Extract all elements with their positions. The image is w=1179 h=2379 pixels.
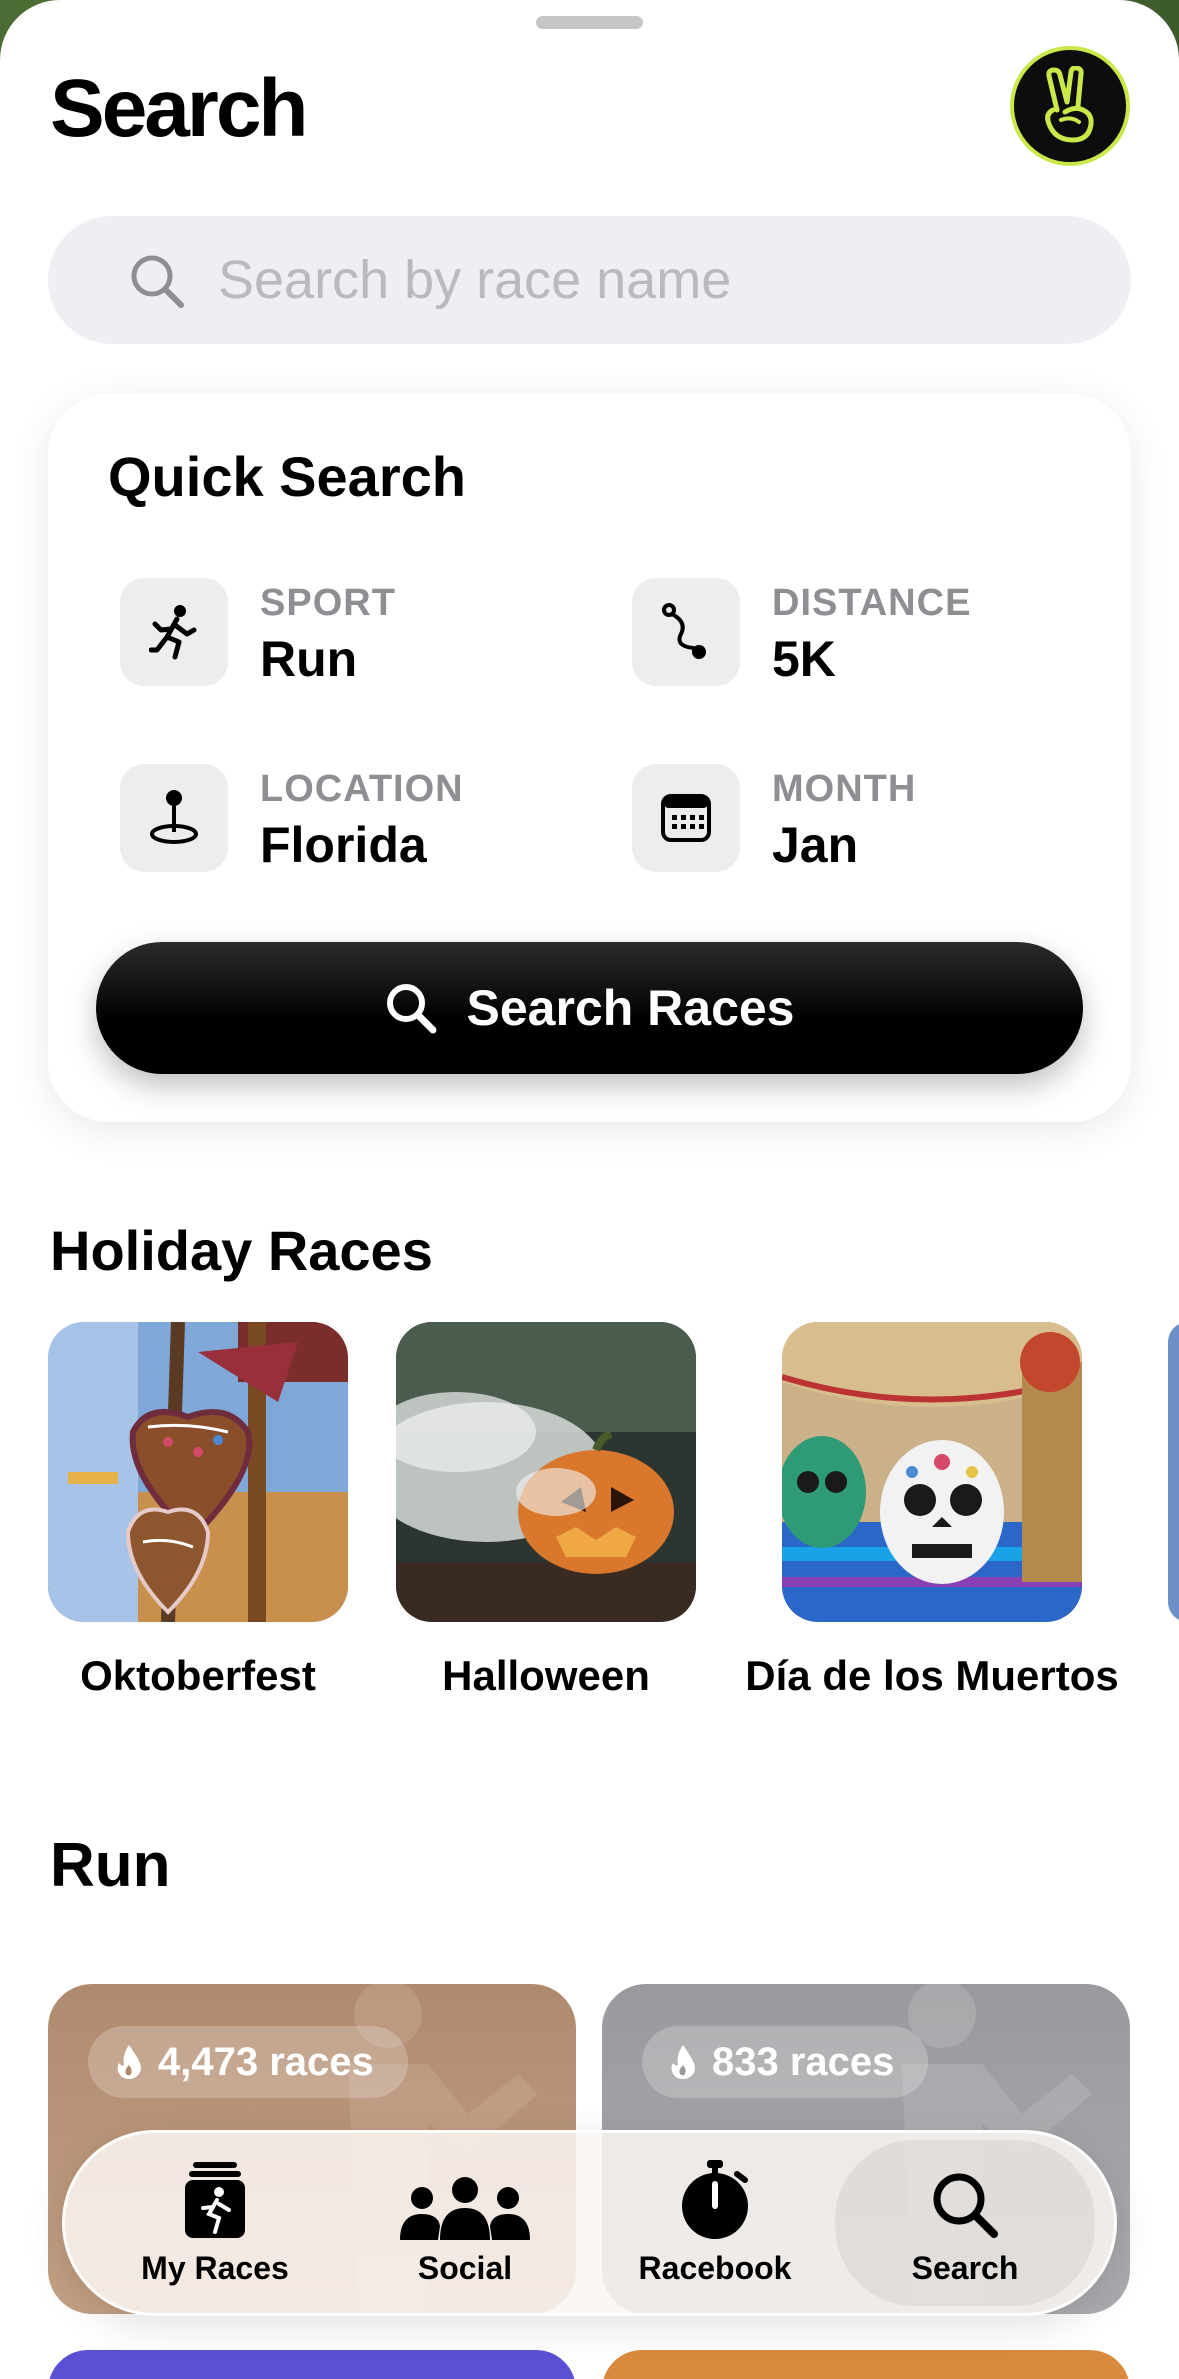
holiday-card-next-peek[interactable] [1168, 1322, 1179, 1622]
flame-icon [117, 2045, 141, 2079]
holiday-label: Halloween [442, 1652, 650, 1699]
tab-social[interactable]: Social [335, 2133, 595, 2313]
quick-search-location[interactable]: LOCATION Florida [120, 764, 600, 874]
people-icon [400, 2176, 530, 2240]
profile-avatar[interactable] [1010, 46, 1130, 166]
search-icon [131, 255, 184, 308]
search-races-label: Search Races [466, 980, 795, 1036]
month-tile [632, 764, 740, 872]
peace-hand-icon [1045, 66, 1094, 143]
tab-search[interactable]: Search [835, 2140, 1095, 2306]
tab-label: Search [911, 2249, 1019, 2286]
tab-my-races[interactable]: My Races [85, 2133, 345, 2313]
search-bar[interactable] [48, 216, 1131, 344]
race-count-label: 833 races [712, 2039, 895, 2084]
holiday-label: Día de los Muertos [745, 1652, 1119, 1699]
race-count-badge: 833 races [642, 2026, 929, 2098]
flame-icon [671, 2045, 695, 2079]
distance-value: 5K [772, 631, 836, 687]
sport-label: SPORT [260, 582, 396, 624]
search-icon [933, 2173, 998, 2238]
location-value: Florida [260, 817, 427, 873]
location-tile [120, 764, 228, 872]
search-races-button[interactable]: Search Races [96, 942, 1083, 1074]
runner-icon [149, 605, 197, 660]
sport-tile [120, 578, 228, 686]
quick-search-sport[interactable]: SPORT Run [120, 578, 600, 688]
distance-tile [632, 578, 740, 686]
oktoberfest-image [48, 1322, 348, 1622]
stopwatch-icon [682, 2159, 748, 2239]
quick-search-card: Quick Search SPORT Run DISTANCE 5K LOCAT… [48, 394, 1131, 1122]
page-title: Search [50, 63, 309, 154]
race-count-badge: 4,473 races [88, 2026, 408, 2098]
halloween-image [396, 1322, 696, 1622]
sport-value: Run [260, 631, 358, 687]
location-label: LOCATION [260, 768, 464, 810]
dia-de-los-muertos-image [782, 1322, 1082, 1622]
holiday-label: Oktoberfest [80, 1652, 316, 1699]
holiday-card-halloween[interactable]: Halloween [396, 1322, 696, 1699]
holiday-card-oktoberfest[interactable]: Oktoberfest [48, 1322, 348, 1699]
search-input[interactable] [218, 240, 1098, 320]
route-icon [662, 603, 706, 659]
run-card-4[interactable] [602, 2350, 1130, 2379]
month-value: Jan [772, 817, 859, 873]
run-card-3[interactable] [48, 2350, 576, 2379]
search-icon [387, 984, 437, 1034]
quick-search-title: Quick Search [108, 445, 466, 508]
holiday-races-title: Holiday Races [50, 1219, 433, 1282]
month-label: MONTH [772, 768, 917, 810]
quick-search-distance[interactable]: DISTANCE 5K [632, 578, 1112, 688]
my-races-icon [185, 2161, 245, 2238]
quick-search-month[interactable]: MONTH Jan [632, 764, 1112, 874]
race-count-label: 4,473 races [158, 2039, 374, 2084]
tab-label: Social [417, 2249, 513, 2286]
map-pin-icon [150, 790, 198, 844]
tab-racebook[interactable]: Racebook [585, 2133, 845, 2313]
run-title: Run [50, 1831, 171, 1900]
tab-label: My Races [141, 2249, 289, 2286]
sheet-grabber[interactable] [536, 16, 643, 29]
tab-label: Racebook [638, 2249, 792, 2286]
tab-bar: My Races Social Racebook Search [62, 2130, 1117, 2316]
holiday-card-dia-de-los-muertos[interactable]: Día de los Muertos [745, 1322, 1119, 1699]
calendar-icon [661, 794, 711, 842]
search-sheet: Search Quick Search SPORT Run [0, 0, 1179, 2379]
distance-label: DISTANCE [772, 582, 972, 624]
